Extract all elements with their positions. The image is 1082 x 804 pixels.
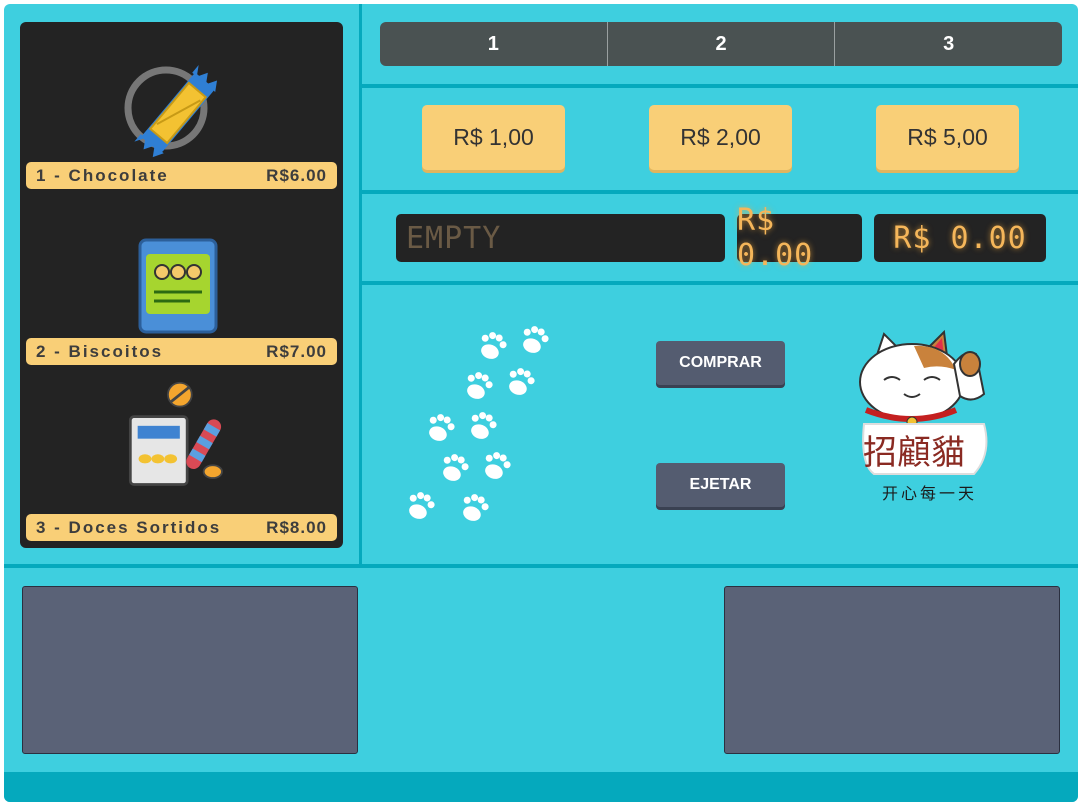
product-price: R$8.00 [266, 518, 327, 537]
product-label: 3 - Doces Sortidos R$8.00 [26, 514, 337, 541]
buy-button[interactable]: COMPRAR [656, 341, 785, 385]
coin-return-tray[interactable] [724, 586, 1060, 754]
price-display: R$ 0.00 [737, 203, 862, 273]
product-price: R$7.00 [266, 342, 327, 361]
coin-button-1[interactable]: R$ 1,00 [422, 105, 565, 170]
product-selector: 1 2 3 [380, 22, 1062, 66]
row-divider [4, 564, 1078, 568]
select-button-3[interactable]: 3 [835, 22, 1062, 66]
column-divider [359, 4, 362, 566]
product-name: 3 - Doces Sortidos [36, 518, 222, 537]
machine-base [4, 772, 1078, 802]
chocolate-bar-icon [124, 65, 218, 158]
select-button-1[interactable]: 1 [380, 22, 608, 66]
select-button-2[interactable]: 2 [608, 22, 836, 66]
vending-machine: 1 - Chocolate R$6.00 2 - Biscoitos R$7.0… [4, 4, 1078, 802]
assorted-candy-icon [128, 381, 223, 486]
mascot-chinese-name: 招顧貓 [863, 433, 965, 473]
status-display: EMPTY [396, 214, 725, 262]
coin-button-2[interactable]: R$ 2,00 [649, 105, 792, 170]
coin-button-5[interactable]: R$ 5,00 [876, 105, 1019, 170]
product-label: 1 - Chocolate R$6.00 [26, 162, 337, 189]
product-label: 2 - Biscoitos R$7.00 [26, 338, 337, 365]
paw-prints-icon [403, 323, 552, 525]
balance-display: R$ 0.00 [874, 214, 1046, 262]
product-name: 2 - Biscoitos [36, 342, 164, 361]
row-divider [362, 281, 1078, 285]
row-divider [362, 190, 1078, 194]
product-output-tray[interactable] [22, 586, 358, 754]
price-text: R$ 0.00 [737, 203, 814, 273]
product-name: 1 - Chocolate [36, 166, 169, 185]
status-text: EMPTY [406, 220, 502, 256]
product-price: R$6.00 [266, 166, 327, 185]
cookie-bag-icon [138, 238, 218, 334]
product-showcase: 1 - Chocolate R$6.00 2 - Biscoitos R$7.0… [20, 22, 343, 548]
balance-text: R$ 0.00 [893, 220, 1027, 256]
eject-button[interactable]: EJETAR [656, 463, 785, 507]
row-divider [362, 84, 1078, 88]
mascot-caption: 开心每一天 [882, 484, 978, 503]
